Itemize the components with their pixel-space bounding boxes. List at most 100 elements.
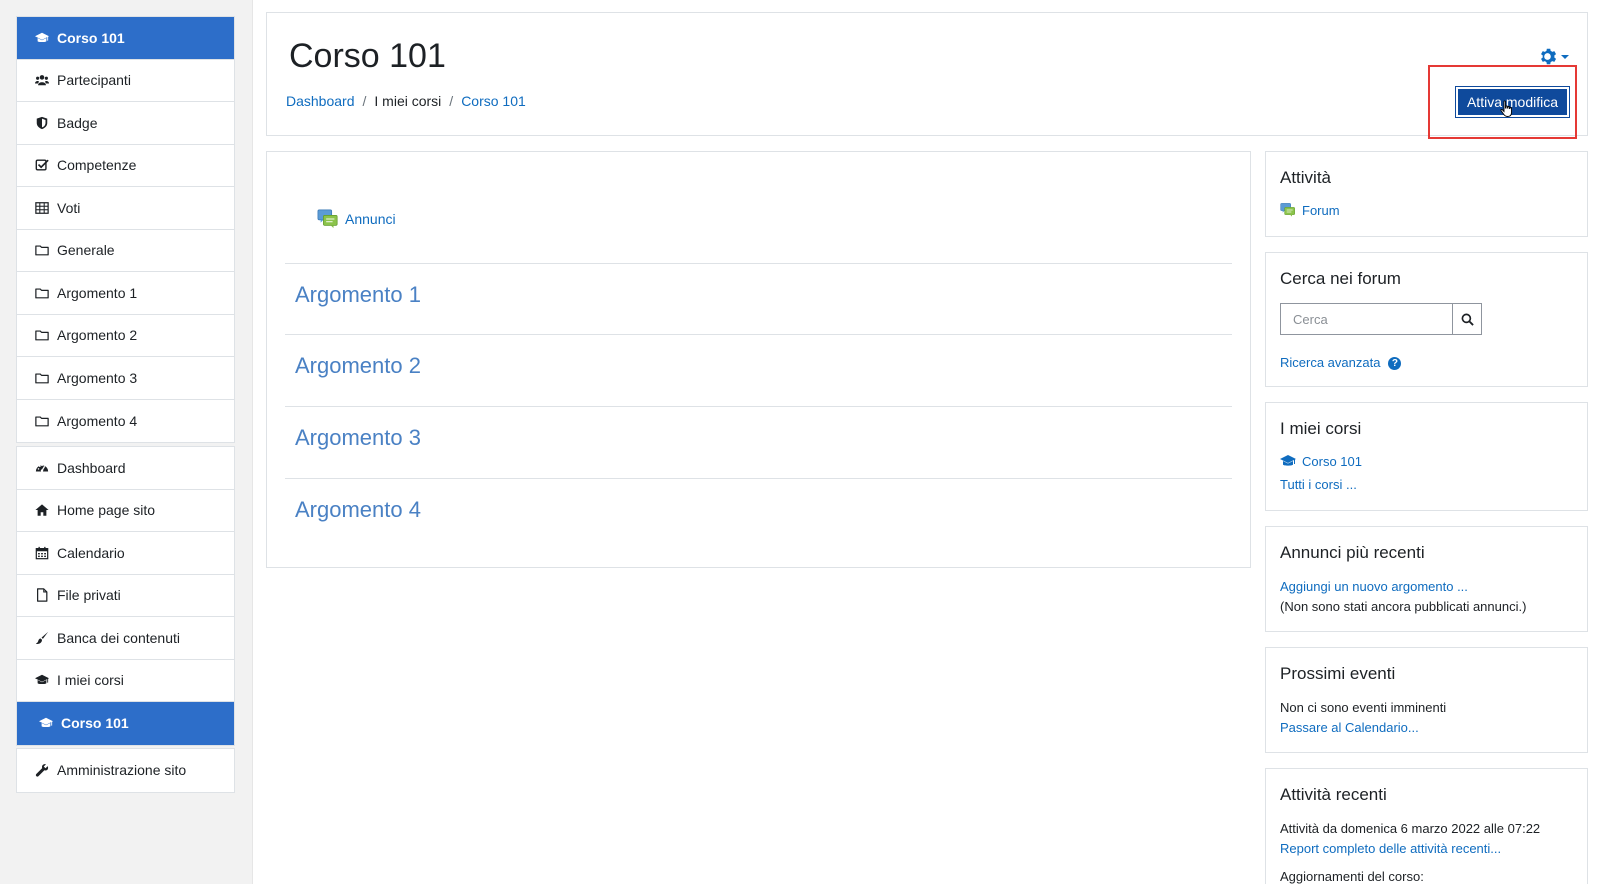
nav-item-competencies[interactable]: Competenze [17, 145, 234, 187]
course-nav: Corso 101 Partecipanti Badge Competenze … [16, 16, 235, 443]
nav-label: Dashboard [57, 459, 126, 476]
search-icon [1461, 313, 1474, 326]
nav-label: Home page sito [57, 502, 156, 519]
nav-item-topic-1[interactable]: Argomento 1 [17, 272, 234, 315]
search-input[interactable] [1280, 303, 1452, 335]
block-title: I miei corsi [1280, 419, 1362, 438]
graduation-cap-icon [1280, 453, 1296, 469]
graduation-cap-icon [39, 716, 53, 730]
nav-label: Partecipanti [57, 72, 131, 89]
course-label: Corso 101 [1302, 453, 1362, 469]
wrench-icon [35, 763, 49, 777]
folder-icon [35, 328, 49, 342]
graduation-cap-icon [35, 31, 49, 45]
full-report-link[interactable]: Report completo delle attività recenti..… [1280, 841, 1501, 856]
topic-title[interactable]: Argomento 1 [295, 282, 421, 308]
nav-item-participants[interactable]: Partecipanti [17, 60, 234, 102]
recent-activity-block: Attività recenti Attività da domenica 6 … [1265, 768, 1588, 884]
file-icon [35, 588, 49, 602]
breadcrumb-dashboard[interactable]: Dashboard [286, 93, 355, 109]
latest-news-block: Annunci più recenti Aggiungi un nuovo ar… [1265, 526, 1588, 632]
search-form [1280, 303, 1573, 335]
nav-item-home[interactable]: Home page sito [17, 490, 234, 532]
nav-item-badges[interactable]: Badge [17, 102, 234, 145]
forum-link[interactable]: Forum [1280, 202, 1573, 218]
nav-item-calendar[interactable]: Calendario [17, 532, 234, 575]
nav-item-dashboard[interactable]: Dashboard [17, 447, 234, 490]
paint-brush-icon [35, 631, 49, 645]
calendar-link[interactable]: Passare al Calendario... [1280, 720, 1419, 735]
my-courses-block: I miei corsi Corso 101 Tutti i corsi ... [1265, 402, 1588, 511]
nav-item-general[interactable]: Generale [17, 230, 234, 272]
nav-item-content-bank[interactable]: Banca dei contenuti [17, 617, 234, 660]
forum-icon [1280, 202, 1296, 218]
topic-section: Argomento 4 [285, 478, 1232, 549]
add-topic-link[interactable]: Aggiungi un nuovo argomento ... [1280, 579, 1468, 594]
nav-label: Amministrazione sito [57, 762, 187, 779]
topic-section: Argomento 3 [285, 406, 1232, 477]
search-forums-block: Cerca nei forum Ricerca avanzata? [1265, 252, 1588, 387]
nav-label: Argomento 1 [57, 284, 138, 301]
topic-title[interactable]: Argomento 2 [295, 353, 421, 379]
advanced-search-link[interactable]: Ricerca avanzata [1280, 355, 1380, 370]
nav-label: Argomento 2 [57, 327, 138, 344]
nav-label: Argomento 4 [57, 412, 138, 429]
nav-item-topic-4[interactable]: Argomento 4 [17, 400, 234, 443]
block-title: Cerca nei forum [1280, 269, 1401, 288]
site-nav: Dashboard Home page sito Calendario File… [16, 446, 235, 746]
nav-item-current-course[interactable]: Corso 101 [17, 702, 234, 745]
nav-item-private-files[interactable]: File privati [17, 575, 234, 617]
gear-icon [1541, 48, 1557, 65]
activities-block: Attività Forum [1265, 151, 1588, 237]
nav-label: Competenze [57, 157, 137, 174]
nav-label: Corso 101 [57, 29, 125, 46]
nav-label: Badge [57, 114, 98, 131]
graduation-cap-icon [35, 673, 49, 687]
breadcrumb-course[interactable]: Corso 101 [461, 93, 526, 109]
nav-item-site-admin[interactable]: Amministrazione sito [17, 749, 234, 792]
help-icon[interactable]: ? [1388, 357, 1402, 371]
nav-item-course[interactable]: Corso 101 [17, 17, 234, 60]
breadcrumb-separator: / [449, 93, 454, 109]
hand-cursor-icon [1500, 100, 1512, 117]
forum-label: Forum [1302, 202, 1340, 218]
folder-icon [35, 414, 49, 428]
admin-nav: Amministrazione sito [16, 748, 235, 793]
nav-drawer: Corso 101 Partecipanti Badge Competenze … [0, 0, 253, 884]
nav-item-grades[interactable]: Voti [17, 187, 234, 230]
topic-title[interactable]: Argomento 4 [295, 497, 421, 523]
nav-label: File privati [57, 587, 121, 604]
topic-title[interactable]: Argomento 3 [295, 425, 421, 451]
announcements-label: Annunci [345, 211, 396, 227]
nav-item-my-courses[interactable]: I miei corsi [17, 660, 234, 702]
course-updates-label: Aggiornamenti del corso: [1280, 869, 1424, 884]
table-icon [35, 201, 49, 215]
forum-icon [317, 208, 339, 230]
nav-label: Banca dei contenuti [57, 629, 180, 646]
course-actions-menu[interactable] [1538, 47, 1569, 66]
no-events-text: Non ci sono eventi imminenti [1280, 700, 1447, 715]
block-title: Attività [1280, 168, 1332, 187]
block-title: Attività recenti [1280, 785, 1387, 804]
no-news-text: (Non sono stati ancora pubblicati annunc… [1280, 599, 1527, 614]
users-icon [35, 73, 49, 87]
all-courses-link[interactable]: Tutti i corsi ... [1280, 477, 1357, 492]
nav-label: Argomento 3 [57, 369, 138, 386]
folder-icon [35, 286, 49, 300]
block-title: Prossimi eventi [1280, 664, 1396, 683]
upcoming-events-block: Prossimi eventi Non ci sono eventi immin… [1265, 647, 1588, 753]
search-button[interactable] [1452, 303, 1482, 335]
block-title: Annunci più recenti [1280, 543, 1425, 562]
topic-section: Argomento 2 [285, 334, 1232, 405]
breadcrumb-my-courses: I miei corsi [374, 93, 442, 109]
topic-section: Argomento 1 [285, 263, 1232, 334]
activity-since-text: Attività da domenica 6 marzo 2022 alle 0… [1280, 821, 1541, 836]
calendar-icon [35, 546, 49, 560]
nav-item-topic-3[interactable]: Argomento 3 [17, 357, 234, 400]
tachometer-icon [35, 461, 49, 475]
nav-label: Generale [57, 242, 115, 259]
folder-icon [35, 243, 49, 257]
announcements-link[interactable]: Annunci [317, 208, 396, 230]
course-link[interactable]: Corso 101 [1280, 453, 1573, 469]
nav-item-topic-2[interactable]: Argomento 2 [17, 315, 234, 357]
